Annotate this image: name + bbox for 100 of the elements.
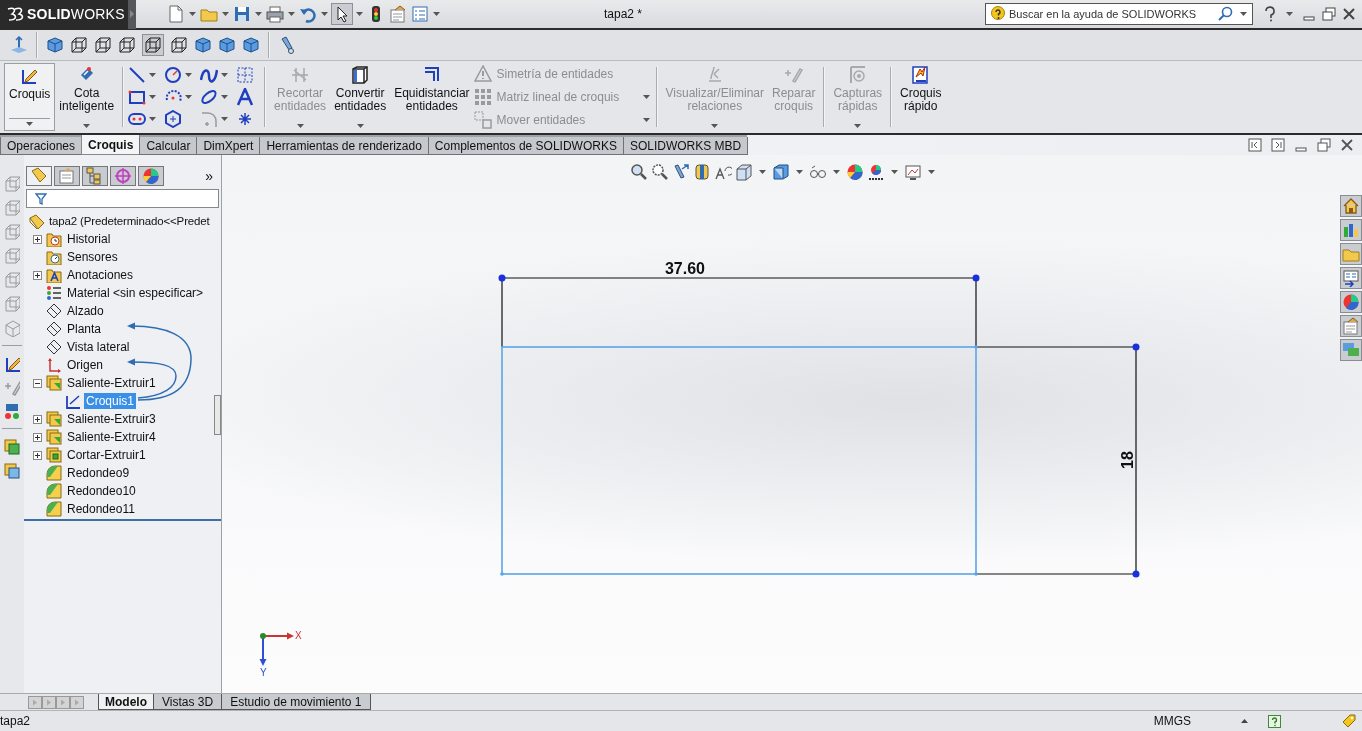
ribbon-tab[interactable]: SOLIDWORKS MBD <box>622 137 749 155</box>
ribbon-button[interactable]: Croquis <box>4 63 56 131</box>
ribbon-tab[interactable]: Croquis <box>81 135 141 155</box>
tree-item[interactable]: Saliente-Extruir1 <box>65 375 158 391</box>
tree-item[interactable]: Alzado <box>65 303 106 319</box>
new-document-icon[interactable] <box>167 5 185 23</box>
caret-icon[interactable] <box>433 12 440 16</box>
tree-item[interactable]: Redondeo10 <box>65 483 138 499</box>
ribbon-tab[interactable]: DimXpert <box>196 137 261 155</box>
caret-icon[interactable] <box>833 170 840 174</box>
model-tab[interactable]: Vistas 3D <box>153 694 223 710</box>
close-icon[interactable] <box>1340 138 1354 152</box>
appearances-tab[interactable] <box>1340 291 1362 313</box>
tree-item[interactable]: Sensores <box>65 249 120 265</box>
caret-icon[interactable] <box>356 12 363 16</box>
expand-toggle[interactable] <box>33 414 42 424</box>
shaded-cube-icon[interactable] <box>218 36 236 54</box>
wireframe-cube-icon[interactable] <box>118 36 136 54</box>
wireframe-view-button[interactable] <box>142 34 164 56</box>
ribbon-tab[interactable]: Herramientas de renderizado <box>259 137 429 155</box>
configuration-tab[interactable] <box>82 166 108 186</box>
shaded-cube-icon[interactable] <box>194 36 212 54</box>
caret-icon[interactable] <box>356 124 364 128</box>
caret-icon[interactable] <box>796 170 803 174</box>
caret-up-icon[interactable] <box>1241 719 1248 723</box>
circle-tool-icon[interactable] <box>164 66 183 84</box>
caret-icon[interactable] <box>1240 12 1247 16</box>
tree-item[interactable]: Saliente-Extruir3 <box>65 411 158 427</box>
property-tab[interactable] <box>54 166 80 186</box>
scene-icon[interactable] <box>867 163 885 181</box>
units-selector[interactable]: MMGS <box>1153 714 1191 728</box>
expand-toggle[interactable] <box>33 432 42 442</box>
ribbon-tab[interactable]: Complementos de SOLIDWORKS <box>427 137 624 155</box>
more-tabs-chevron[interactable]: » <box>205 168 217 184</box>
model-tab[interactable]: Modelo <box>98 694 154 710</box>
caret-icon[interactable] <box>149 117 157 121</box>
hide-show-items-icon[interactable] <box>809 163 827 181</box>
custom-properties-tab[interactable] <box>1340 315 1362 337</box>
help-search-field[interactable]: Buscar en la ayuda de SOLIDWORKS <box>1009 8 1215 20</box>
display-style-icon[interactable] <box>772 163 790 181</box>
caret-icon[interactable] <box>185 95 193 99</box>
tile-right-icon[interactable] <box>1271 138 1285 152</box>
view-palette-tab[interactable] <box>1340 267 1362 289</box>
caret-icon[interactable] <box>321 12 328 16</box>
caret-icon[interactable] <box>255 12 262 16</box>
tree-item[interactable]: Redondeo9 <box>65 465 132 481</box>
caret-icon[interactable] <box>222 12 229 16</box>
extrude-feature-icon[interactable] <box>4 461 20 479</box>
caret-icon[interactable] <box>149 95 157 99</box>
printer-icon[interactable] <box>266 5 284 23</box>
ribbon-button[interactable]: Equidistanciar entidades <box>390 63 474 131</box>
caret-icon[interactable] <box>928 170 935 174</box>
ribbon-button[interactable]: Convertir entidades <box>330 63 391 131</box>
view-settings-icon[interactable] <box>904 163 922 181</box>
normal-to-icon[interactable] <box>10 36 28 54</box>
zoom-area-icon[interactable] <box>651 163 669 181</box>
slot-tool-icon[interactable] <box>128 110 147 128</box>
caret-icon[interactable] <box>288 12 295 16</box>
tree-item[interactable]: Planta <box>65 321 104 337</box>
expand-toggle[interactable] <box>33 234 42 244</box>
caret-icon[interactable] <box>221 95 229 99</box>
ellipse-tool-icon[interactable] <box>200 88 219 106</box>
help-icon[interactable] <box>1268 714 1281 728</box>
caret-icon[interactable] <box>221 73 229 77</box>
wireframe-cube-icon[interactable] <box>170 36 188 54</box>
filter-field[interactable] <box>26 189 219 208</box>
shaded-cube-icon[interactable] <box>242 36 260 54</box>
section-view-icon[interactable] <box>693 163 711 181</box>
text-tool-icon[interactable] <box>236 88 255 106</box>
dimension-value[interactable]: 18 <box>1119 451 1136 469</box>
caret-icon[interactable] <box>221 117 229 121</box>
caret-icon[interactable] <box>26 122 34 126</box>
extrude-feature-icon[interactable] <box>4 437 20 455</box>
view-orientation-icon[interactable] <box>735 163 753 181</box>
home-tab[interactable] <box>1340 195 1362 217</box>
tree-item[interactable]: Material <sin especificar> <box>65 285 206 301</box>
ribbon-button[interactable]: Cota inteligente <box>55 63 119 131</box>
caret-icon[interactable] <box>759 170 766 174</box>
caret-icon[interactable] <box>83 124 91 128</box>
dimxpert-tab[interactable] <box>110 166 136 186</box>
tree-item[interactable]: Anotaciones <box>65 267 136 283</box>
model-tab[interactable]: Estudio de movimiento 1 <box>221 694 371 710</box>
graphics-area[interactable]: 37.60 18 X Y <box>222 155 1362 693</box>
undo-icon[interactable] <box>299 5 317 23</box>
tree-item[interactable]: Redondeo11 <box>65 501 137 517</box>
options-list-icon[interactable] <box>411 5 429 23</box>
restore-icon[interactable] <box>1322 7 1336 21</box>
wireframe-cube-icon[interactable] <box>70 36 88 54</box>
restore-icon[interactable] <box>1317 138 1331 152</box>
line-tool-icon[interactable] <box>128 66 147 84</box>
tag-icon[interactable] <box>1341 713 1357 729</box>
tree-item[interactable]: Saliente-Extruir4 <box>65 429 158 445</box>
move-entities-icon[interactable] <box>4 402 20 420</box>
ribbon-tab[interactable]: Calcular <box>139 137 198 155</box>
file-properties-icon[interactable] <box>389 5 407 23</box>
previous-view-icon[interactable] <box>672 163 690 181</box>
help-icon[interactable] <box>1263 6 1277 22</box>
tree-item[interactable]: Historial <box>65 231 113 247</box>
tree-item[interactable]: Cortar-Extruir1 <box>65 447 148 463</box>
caret-icon[interactable] <box>149 73 157 77</box>
